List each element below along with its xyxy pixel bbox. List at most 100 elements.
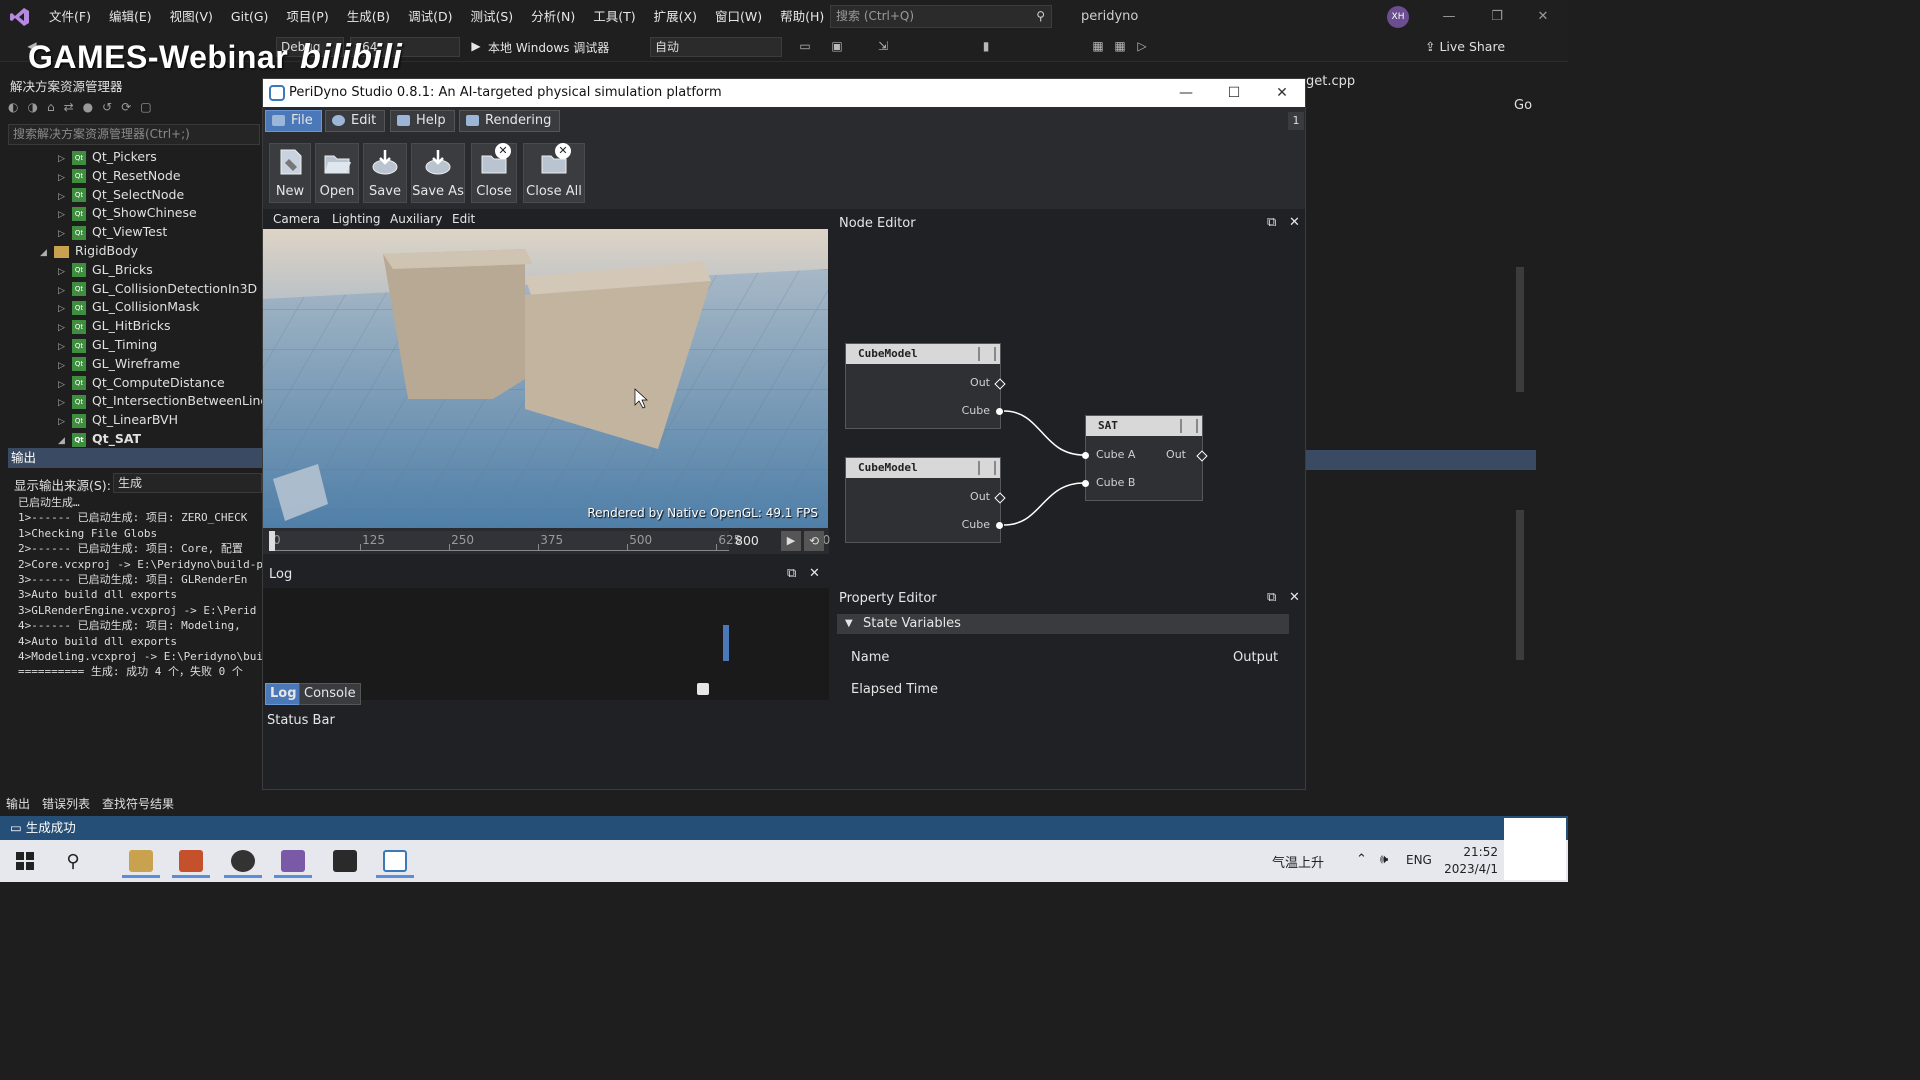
close-icon[interactable]: ✕ (1289, 590, 1300, 605)
open-button[interactable]: Open (315, 143, 359, 203)
tree-item[interactable]: ▷ Qt GL_CollisionDetectionIn3D (58, 279, 257, 298)
timeline-handle[interactable] (269, 531, 275, 551)
save-button[interactable]: Save (363, 143, 407, 203)
avatar[interactable]: XH (1387, 6, 1409, 28)
tab-edit[interactable]: Edit (325, 110, 386, 132)
timeline-slider[interactable]: 0125250375500625750 (269, 531, 830, 551)
step-icon[interactable]: ⇲ (875, 38, 891, 54)
back-icon[interactable]: ◐ (8, 100, 27, 114)
auto-dropdown[interactable]: 自动 (650, 37, 782, 57)
tab-find-symbol[interactable]: 查找符号结果 (96, 795, 180, 812)
tree-item[interactable]: ▷ Qt Qt_IntersectionBetweenLine (58, 391, 268, 410)
vs-search-box[interactable]: 搜索 (Ctrl+Q) ⚲ (830, 5, 1052, 28)
menu-view[interactable]: 视图(V) (161, 0, 222, 34)
minimize-icon[interactable]: — (1426, 0, 1472, 34)
tab-output[interactable]: 输出 (0, 795, 36, 812)
new-button[interactable]: New (269, 143, 311, 203)
tree-item[interactable]: ▷ Qt Qt_ShowChinese (58, 203, 197, 222)
run-icon[interactable]: ▷ (1134, 38, 1150, 54)
tree-item[interactable]: ▷ Qt Qt_ResetNode (58, 166, 181, 185)
close-icon[interactable]: ✕ (1259, 79, 1305, 107)
3d-viewport[interactable]: Rendered by Native OpenGL: 49.1 FPS (263, 229, 828, 528)
float-icon[interactable]: ⧉ (787, 566, 796, 581)
tree-item[interactable]: ▷ Qt GL_Bricks (58, 260, 153, 279)
clock[interactable]: 21:52 2023/4/1 (1438, 844, 1498, 878)
go-button[interactable]: Go (1514, 98, 1532, 113)
history-icon[interactable]: ↺ (102, 100, 121, 114)
obs-icon[interactable] (222, 844, 264, 878)
solution-search-input[interactable]: 搜索解决方案资源管理器(Ctrl+;) (8, 124, 260, 145)
close-icon[interactable]: ✕ (809, 566, 820, 581)
powerpoint-icon[interactable] (170, 844, 212, 878)
tray-chevron-icon[interactable]: ⌃ (1356, 852, 1367, 867)
live-share-button[interactable]: ⇪ Live Share (1425, 39, 1505, 54)
tab-help[interactable]: Help (390, 110, 455, 132)
port-dot-icon[interactable] (996, 522, 1003, 529)
volume-icon[interactable]: 🕪 (1380, 852, 1388, 867)
reset-icon[interactable]: ⟲ (804, 531, 824, 551)
search-icon[interactable]: ⚲ (52, 844, 94, 878)
bookmark-icon[interactable]: ▮ (978, 38, 994, 54)
maximize-icon[interactable]: ☐ (1211, 79, 1257, 107)
menu-viewport-edit[interactable]: Edit (452, 212, 475, 226)
folder-icon[interactable]: ▭ (797, 38, 813, 54)
port-dot-icon[interactable] (1082, 480, 1089, 487)
menu-lighting[interactable]: Lighting (332, 212, 381, 226)
tree-item[interactable]: ▷ Qt Qt_ComputeDistance (58, 373, 225, 392)
visual-studio-logo-icon[interactable] (0, 0, 40, 34)
menu-git[interactable]: Git(G) (222, 0, 278, 34)
close-all-button[interactable]: ✕ Close All (523, 143, 585, 203)
windows-start-icon[interactable] (4, 844, 46, 878)
menu-test[interactable]: 测试(S) (461, 0, 522, 34)
peridyno-titlebar[interactable]: PeriDyno Studio 0.8.1: An AI-targeted ph… (263, 79, 1305, 107)
menu-extensions[interactable]: 扩展(X) (645, 0, 706, 34)
input-language[interactable]: ENG (1406, 853, 1432, 867)
elapsed-time-output-checkbox[interactable] (697, 683, 709, 695)
port-dot-icon[interactable] (996, 408, 1003, 415)
menu-edit[interactable]: 编辑(E) (100, 0, 161, 34)
pending-icon[interactable]: ● (83, 100, 102, 114)
output-panel-header[interactable]: 输出 (8, 448, 262, 468)
save-as-button[interactable]: Save As (411, 143, 465, 203)
debugger-button[interactable]: 本地 Windows 调试器 (488, 39, 609, 56)
sync-icon[interactable]: ⇄ (64, 100, 83, 114)
build-icon[interactable]: ▦ (1090, 38, 1106, 54)
scrollbar[interactable] (1516, 267, 1524, 392)
home-icon[interactable]: ⌂ (47, 100, 64, 114)
tab-console[interactable]: Console (299, 683, 361, 705)
tree-item[interactable]: ◢ RigidBody (40, 241, 138, 260)
tree-item[interactable]: ▷ Qt Qt_Pickers (58, 147, 157, 166)
menu-window[interactable]: 窗口(W) (706, 0, 771, 34)
port-dot-icon[interactable] (1082, 452, 1089, 459)
rebuild-icon[interactable]: ▦ (1112, 38, 1128, 54)
refresh-icon[interactable]: ⟳ (121, 100, 140, 114)
menu-help[interactable]: 帮助(H) (771, 0, 833, 34)
float-icon[interactable]: ⧉ (1267, 215, 1276, 230)
collapse-icon[interactable]: ▢ (140, 100, 160, 114)
close-icon[interactable]: ✕ (1520, 0, 1566, 34)
tab-error-list[interactable]: 错误列表 (36, 795, 96, 812)
tree-item[interactable]: ◢ Qt Qt_SAT (58, 429, 141, 448)
tree-item[interactable]: ▷ Qt GL_Timing (58, 335, 157, 354)
menu-project[interactable]: 项目(P) (277, 0, 337, 34)
menu-file[interactable]: 文件(F) (40, 0, 100, 34)
menu-camera[interactable]: Camera (273, 212, 320, 226)
tree-item[interactable]: ▷ Qt Qt_LinearBVH (58, 410, 178, 429)
restore-icon[interactable]: ❐ (1474, 0, 1520, 34)
tree-item[interactable]: ▷ Qt GL_Wireframe (58, 354, 180, 373)
editor-tab[interactable]: get.cpp (1306, 74, 1355, 89)
menu-debug[interactable]: 调试(D) (399, 0, 461, 34)
node-graph-canvas[interactable]: CubeModel Out Cube CubeModel Out Cube SA… (837, 235, 1303, 573)
terminal-icon[interactable] (324, 844, 366, 878)
menu-analyze[interactable]: 分析(N) (522, 0, 584, 34)
menu-tools[interactable]: 工具(T) (584, 0, 644, 34)
menu-auxiliary[interactable]: Auxiliary (390, 212, 442, 226)
start-debug-icon[interactable]: ▶ (468, 38, 484, 54)
tab-log[interactable]: Log (265, 683, 302, 705)
weather-label[interactable]: 气温上升 (1272, 852, 1324, 871)
timeline-max[interactable]: 800 (735, 533, 759, 548)
close-button[interactable]: ✕ Close (471, 143, 517, 203)
tree-item[interactable]: ▷ Qt Qt_ViewTest (58, 222, 167, 241)
tree-item[interactable]: ▷ Qt Qt_SelectNode (58, 185, 184, 204)
state-variables-section[interactable]: ▼ State Variables (837, 614, 1289, 634)
